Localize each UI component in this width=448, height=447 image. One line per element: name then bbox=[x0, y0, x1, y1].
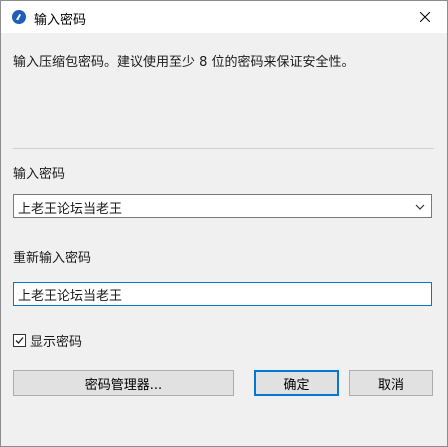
confirm-password-input[interactable] bbox=[13, 282, 432, 306]
close-icon bbox=[420, 12, 430, 22]
show-password-label: 显示密码 bbox=[30, 334, 83, 350]
password-manager-button[interactable]: 密码管理器... bbox=[13, 370, 234, 396]
password-dialog: 输入密码 输入压缩包密码。建议使用至少 8 位的密码来保证安全性。 输入密码 上… bbox=[0, 0, 448, 447]
dialog-description: 输入压缩包密码。建议使用至少 8 位的密码来保证安全性。 bbox=[13, 55, 355, 70]
cancel-button[interactable]: 取消 bbox=[349, 370, 433, 396]
separator bbox=[13, 148, 434, 149]
show-password-toggle[interactable]: 显示密码 bbox=[13, 331, 83, 350]
app-logo-icon bbox=[12, 10, 26, 24]
show-password-checkbox[interactable] bbox=[13, 333, 26, 347]
window-title: 输入密码 bbox=[34, 13, 87, 28]
password-combobox[interactable]: 上老王论坛当老王 bbox=[13, 194, 432, 218]
ok-button[interactable]: 确定 bbox=[254, 370, 339, 396]
close-button[interactable] bbox=[403, 1, 447, 33]
password-value: 上老王论坛当老王 bbox=[18, 202, 123, 217]
chevron-down-icon[interactable] bbox=[415, 202, 425, 212]
checkmark-icon bbox=[15, 336, 24, 344]
title-bar: 输入密码 bbox=[1, 1, 447, 33]
confirm-password-label: 重新输入密码 bbox=[13, 251, 92, 266]
password-label: 输入密码 bbox=[13, 167, 66, 182]
